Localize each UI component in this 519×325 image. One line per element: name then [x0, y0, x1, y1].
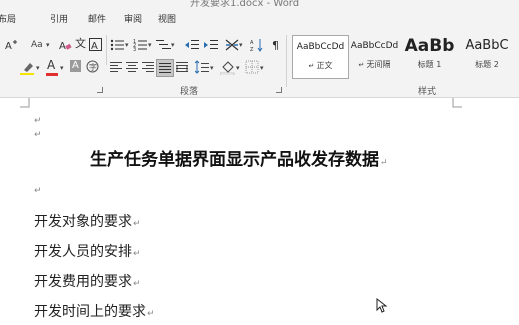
change-case-button[interactable]: Aa	[31, 39, 43, 51]
document-paragraph: 开发费用的要求↵	[34, 274, 141, 290]
shrink-font-icon[interactable]: A	[4, 39, 18, 51]
change-case-dropdown-icon[interactable]: ▾	[46, 39, 50, 51]
tab-review[interactable]: 审阅	[124, 12, 142, 25]
align-center-icon[interactable]	[126, 61, 139, 73]
bullets-dropdown-icon[interactable]: ▾	[125, 39, 129, 51]
numbering-dropdown-icon[interactable]: ▾	[148, 39, 152, 51]
justify-button[interactable]	[156, 59, 174, 77]
separator	[106, 35, 107, 65]
style-name: 标题 1	[417, 60, 442, 69]
paragraph-mark: ↵	[34, 116, 42, 126]
paragraph-mark: ↵	[34, 130, 42, 140]
ribbon-tabs: 布局 引用 邮件 审阅 视图	[0, 8, 519, 29]
borders-icon[interactable]	[245, 60, 259, 74]
align-left-icon[interactable]	[110, 61, 123, 73]
tab-references[interactable]: 引用	[50, 12, 68, 25]
sort-icon[interactable]: AZ	[250, 38, 266, 52]
style-preview: AaBb	[404, 36, 455, 56]
style-name: ↵ 正文	[308, 61, 333, 70]
shading-dropdown-icon[interactable]: ▾	[236, 62, 240, 74]
decrease-indent-icon[interactable]	[184, 38, 200, 52]
styles-group-label: 样式	[418, 87, 437, 97]
tab-mailings[interactable]: 邮件	[88, 12, 106, 25]
line-spacing-dropdown-icon[interactable]: ▾	[210, 62, 214, 74]
style-preview: AaBbCcDd	[296, 42, 345, 52]
document-paragraph: 开发对象的要求↵	[34, 214, 141, 230]
paragraph-dialog-launcher-icon[interactable]	[276, 87, 282, 93]
character-border-icon[interactable]: 字	[86, 60, 99, 73]
font-color-button[interactable]: A	[47, 59, 55, 71]
svg-text:Z: Z	[250, 47, 254, 52]
chinese-layout-dropdown-icon[interactable]: ▾	[239, 39, 243, 51]
shading-icon[interactable]	[220, 60, 236, 75]
window-title: 开发要求1.docx - Word	[190, 0, 300, 8]
style-preview: AaBbCcDd	[350, 41, 399, 51]
multilevel-list-icon[interactable]	[156, 38, 172, 52]
show-marks-icon[interactable]: ¶	[270, 38, 284, 52]
style-normal[interactable]: AaBbCcDd ↵ 正文	[292, 35, 349, 79]
svg-text:A: A	[91, 41, 98, 51]
paragraph-mark: ↵	[34, 186, 42, 196]
style-name: ↵ 无间隔	[358, 60, 391, 69]
tab-view[interactable]: 视图	[158, 12, 176, 25]
svg-text:字: 字	[89, 62, 97, 72]
numbering-icon[interactable]: 1 2 3	[133, 38, 149, 52]
svg-text:A: A	[59, 41, 66, 52]
svg-text:A: A	[250, 40, 254, 46]
mouse-cursor-icon	[376, 298, 388, 313]
line-spacing-icon[interactable]	[195, 60, 209, 74]
tab-layout[interactable]: 布局	[0, 12, 16, 25]
font-color-swatch	[46, 73, 58, 76]
separator	[286, 35, 287, 87]
highlight-dropdown-icon[interactable]: ▾	[36, 62, 40, 74]
document-paragraph: 开发人员的安排↵	[34, 244, 141, 260]
character-shading-button[interactable]: A	[70, 60, 81, 72]
font-dialog-launcher-icon[interactable]	[97, 87, 103, 93]
clear-formatting-icon[interactable]: A	[58, 38, 72, 52]
chinese-layout-icon[interactable]	[224, 38, 240, 52]
title-bar: 开发要求1.docx - Word	[0, 0, 519, 8]
margin-corner-mark	[20, 98, 30, 108]
multilevel-dropdown-icon[interactable]: ▾	[171, 39, 175, 51]
ribbon: A Aa ▾ A 文 A ▾ A ▾ A 字 ▾ 1 2 3 ▾ ▾ ▾ A Z…	[0, 29, 519, 98]
text-highlight-icon[interactable]	[20, 61, 36, 75]
document-paragraph: 开发时间上的要求↵	[34, 304, 155, 320]
document-title: 生产任务单据界面显示产品收发存数据↵	[90, 150, 388, 170]
svg-text:¶: ¶	[272, 39, 279, 52]
increase-indent-icon[interactable]	[203, 38, 219, 52]
style-preview: AaBbC	[465, 38, 509, 53]
svg-text:A: A	[5, 41, 12, 51]
style-no-spacing[interactable]: AaBbCcDd ↵ 无间隔	[347, 35, 402, 77]
document-page[interactable]: ↵ ↵ 生产任务单据界面显示产品收发存数据↵ ↵ 开发对象的要求↵ 开发人员的安…	[0, 98, 519, 325]
phonetic-guide-icon[interactable]: 文	[75, 38, 86, 50]
style-heading-2[interactable]: AaBbC 标题 2	[457, 35, 517, 77]
bullets-icon[interactable]	[110, 38, 126, 52]
paragraph-group-label: 段落	[180, 87, 199, 97]
distributed-icon[interactable]	[176, 61, 189, 73]
margin-corner-mark	[452, 98, 462, 108]
align-right-icon[interactable]	[142, 61, 155, 73]
style-name: 标题 2	[475, 60, 499, 69]
borders-dropdown-icon[interactable]: ▾	[260, 62, 264, 74]
font-color-dropdown-icon[interactable]: ▾	[60, 62, 64, 74]
svg-text:3: 3	[133, 47, 136, 52]
justify-icon	[159, 63, 171, 73]
style-heading-1[interactable]: AaBb 标题 1	[402, 35, 457, 77]
enclose-character-icon[interactable]: A	[89, 38, 102, 51]
